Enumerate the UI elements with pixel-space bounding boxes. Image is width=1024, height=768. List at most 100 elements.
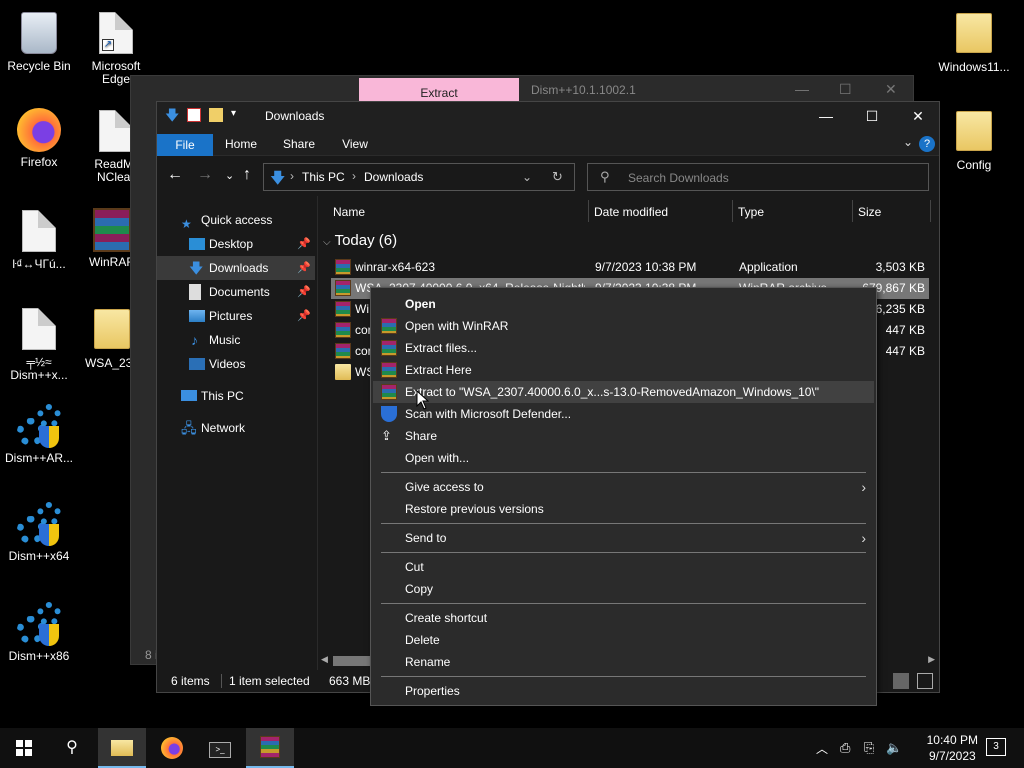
menu-item-scan-with-microsoft-defender[interactable]: Scan with Microsoft Defender... (373, 403, 874, 425)
taskbar-terminal[interactable]: >_ (196, 728, 244, 768)
network-status-icon[interactable]: ⎘ (864, 740, 874, 756)
dism-extract-tab[interactable]: Extract (359, 78, 519, 102)
new-folder-icon[interactable] (209, 108, 223, 122)
column-divider[interactable] (852, 200, 853, 222)
up-icon[interactable]: ↑ (243, 166, 251, 184)
meet-icon[interactable]: ⎙ (840, 740, 850, 756)
nav-item-quick-access[interactable]: ★ Quick access (157, 208, 315, 232)
expand-ribbon-icon[interactable]: ⌄ (903, 135, 913, 149)
file-row[interactable]: winrar-x64-623 9/7/2023 10:38 PM Applica… (331, 257, 929, 278)
tab-share[interactable]: Share (275, 133, 323, 155)
desktop-icon-dism-doc[interactable]: ╤½≈ Dism++x... (0, 306, 79, 382)
tab-home[interactable]: Home (217, 133, 265, 155)
menu-item-copy[interactable]: Copy (373, 578, 874, 600)
scrollbar-thumb[interactable] (333, 656, 373, 666)
breadcrumb-downloads[interactable]: Downloads (364, 170, 423, 184)
nav-item-documents[interactable]: Documents 📌 (157, 280, 315, 304)
menu-item-extract-files[interactable]: Extract files... (373, 337, 874, 359)
desktop-icon-dism-x86[interactable]: Dism++x86 (0, 602, 79, 663)
desktop-icon-label: ŀ₫↔ЧГú... (12, 257, 66, 271)
menu-item-properties[interactable]: Properties (373, 680, 874, 702)
desktop-icon-dism-x64[interactable]: Dism++x64 (0, 502, 79, 563)
help-icon[interactable]: ? (919, 136, 935, 152)
desktop-icon-dism-arm[interactable]: Dism++AR... (0, 404, 79, 465)
column-header-size[interactable]: Size (858, 200, 881, 224)
column-header-date[interactable]: Date modified (594, 200, 668, 224)
address-bar[interactable]: 🡇 › This PC › Downloads ⌄ ↻ (263, 163, 575, 191)
nav-item-pictures[interactable]: Pictures 📌 (157, 304, 315, 328)
address-dropdown-icon[interactable]: ⌄ (522, 170, 532, 184)
group-header[interactable]: ⌵ Today (6) (323, 232, 397, 249)
menu-item-open-with[interactable]: Open with... (373, 447, 874, 469)
network-icon: 🖧 (181, 420, 197, 436)
menu-item-extract-to-wsa-2307-40000-6-0-[interactable]: Extract to "WSA_2307.40000.6.0_x...s-13.… (373, 381, 874, 403)
back-icon[interactable]: ← (167, 166, 183, 184)
close-icon[interactable]: ✕ (885, 81, 897, 98)
minimize-icon[interactable]: — (795, 81, 809, 97)
menu-item-open[interactable]: Open (373, 293, 874, 315)
customize-quick-access-icon[interactable]: ▾ (231, 108, 245, 122)
menu-item-share[interactable]: ⇪ Share (373, 425, 874, 447)
column-divider[interactable] (732, 200, 733, 222)
large-icons-view-icon[interactable] (917, 673, 933, 689)
clock[interactable]: 10:40 PM 9/7/2023 (927, 732, 978, 764)
search-input[interactable]: ⚲ Search Downloads (587, 163, 929, 191)
clock-date: 9/7/2023 (928, 749, 976, 763)
column-divider[interactable] (930, 200, 931, 222)
taskbar-winrar[interactable] (246, 728, 294, 768)
group-label: Today (6) (334, 232, 398, 249)
nav-item-music[interactable]: ♪ Music (157, 328, 315, 352)
scroll-right-icon[interactable]: ▶ (928, 654, 935, 665)
file-date: 9/7/2023 10:38 PM (595, 260, 697, 274)
details-view-icon[interactable] (893, 673, 909, 689)
maximize-icon[interactable]: ☐ (839, 81, 852, 98)
notification-center-icon[interactable]: 3 (986, 738, 1006, 756)
desktop-icon-recycle-bin[interactable]: Recycle Bin (0, 10, 79, 73)
chevron-right-icon[interactable]: › (352, 169, 356, 183)
column-divider[interactable] (588, 200, 589, 222)
desktop-icon-doc[interactable]: ŀ₫↔ЧГú... (0, 208, 79, 271)
down-arrow-icon[interactable]: 🡇 (165, 108, 179, 122)
nav-item-network[interactable]: 🖧 Network (157, 416, 315, 440)
menu-item-create-shortcut[interactable]: Create shortcut (373, 607, 874, 629)
menu-item-rename[interactable]: Rename (373, 651, 874, 673)
nav-item-desktop[interactable]: Desktop 📌 (157, 232, 315, 256)
close-button[interactable]: ✕ (895, 102, 941, 130)
menu-item-send-to[interactable]: Send to › (373, 527, 874, 549)
properties-icon[interactable] (187, 108, 201, 122)
nav-item-videos[interactable]: Videos (157, 352, 315, 376)
search-button[interactable]: ⚲ (48, 728, 96, 768)
recent-locations-icon[interactable]: ⌄ (225, 169, 234, 182)
desktop: Recycle Bin ↗ Microsoft Edge Windows11..… (0, 0, 1024, 768)
column-header-name[interactable]: Name (333, 200, 365, 224)
scroll-left-icon[interactable]: ◀ (321, 654, 328, 665)
menu-item-cut[interactable]: Cut (373, 556, 874, 578)
menu-item-delete[interactable]: Delete (373, 629, 874, 651)
desktop-icon-firefox[interactable]: Firefox (0, 108, 79, 169)
chevron-right-icon[interactable]: › (290, 169, 294, 183)
nav-item-downloads[interactable]: 🡇 Downloads 📌 (157, 256, 315, 280)
menu-item-extract-here[interactable]: Extract Here (373, 359, 874, 381)
column-header-type[interactable]: Type (738, 200, 764, 224)
refresh-icon[interactable]: ↻ (552, 169, 563, 185)
maximize-button[interactable]: ☐ (849, 102, 895, 130)
taskbar-firefox[interactable] (148, 728, 196, 768)
start-button[interactable] (0, 728, 48, 768)
tab-view[interactable]: View (331, 133, 379, 155)
volume-muted-icon[interactable]: 🔈 (886, 740, 902, 756)
menu-item-open-with-winrar[interactable]: Open with WinRAR (373, 315, 874, 337)
show-hidden-icons[interactable]: ︿ (816, 740, 828, 757)
menu-item-give-access-to[interactable]: Give access to › (373, 476, 874, 498)
forward-icon[interactable]: → (197, 166, 213, 184)
pane-splitter[interactable] (317, 196, 318, 670)
tab-file[interactable]: File (157, 134, 213, 156)
pictures-icon (189, 310, 205, 322)
desktop-icon-config[interactable]: Config (934, 108, 1014, 172)
desktop-icon-windows11[interactable]: Windows11... (934, 10, 1014, 74)
menu-item-restore-previous-versions[interactable]: Restore previous versions (373, 498, 874, 520)
taskbar-file-explorer[interactable] (98, 728, 146, 768)
nav-item-this-pc[interactable]: This PC (157, 384, 315, 408)
minimize-button[interactable]: — (803, 102, 849, 130)
breadcrumb-this-pc[interactable]: This PC (302, 170, 345, 184)
nav-label: Videos (209, 357, 246, 371)
